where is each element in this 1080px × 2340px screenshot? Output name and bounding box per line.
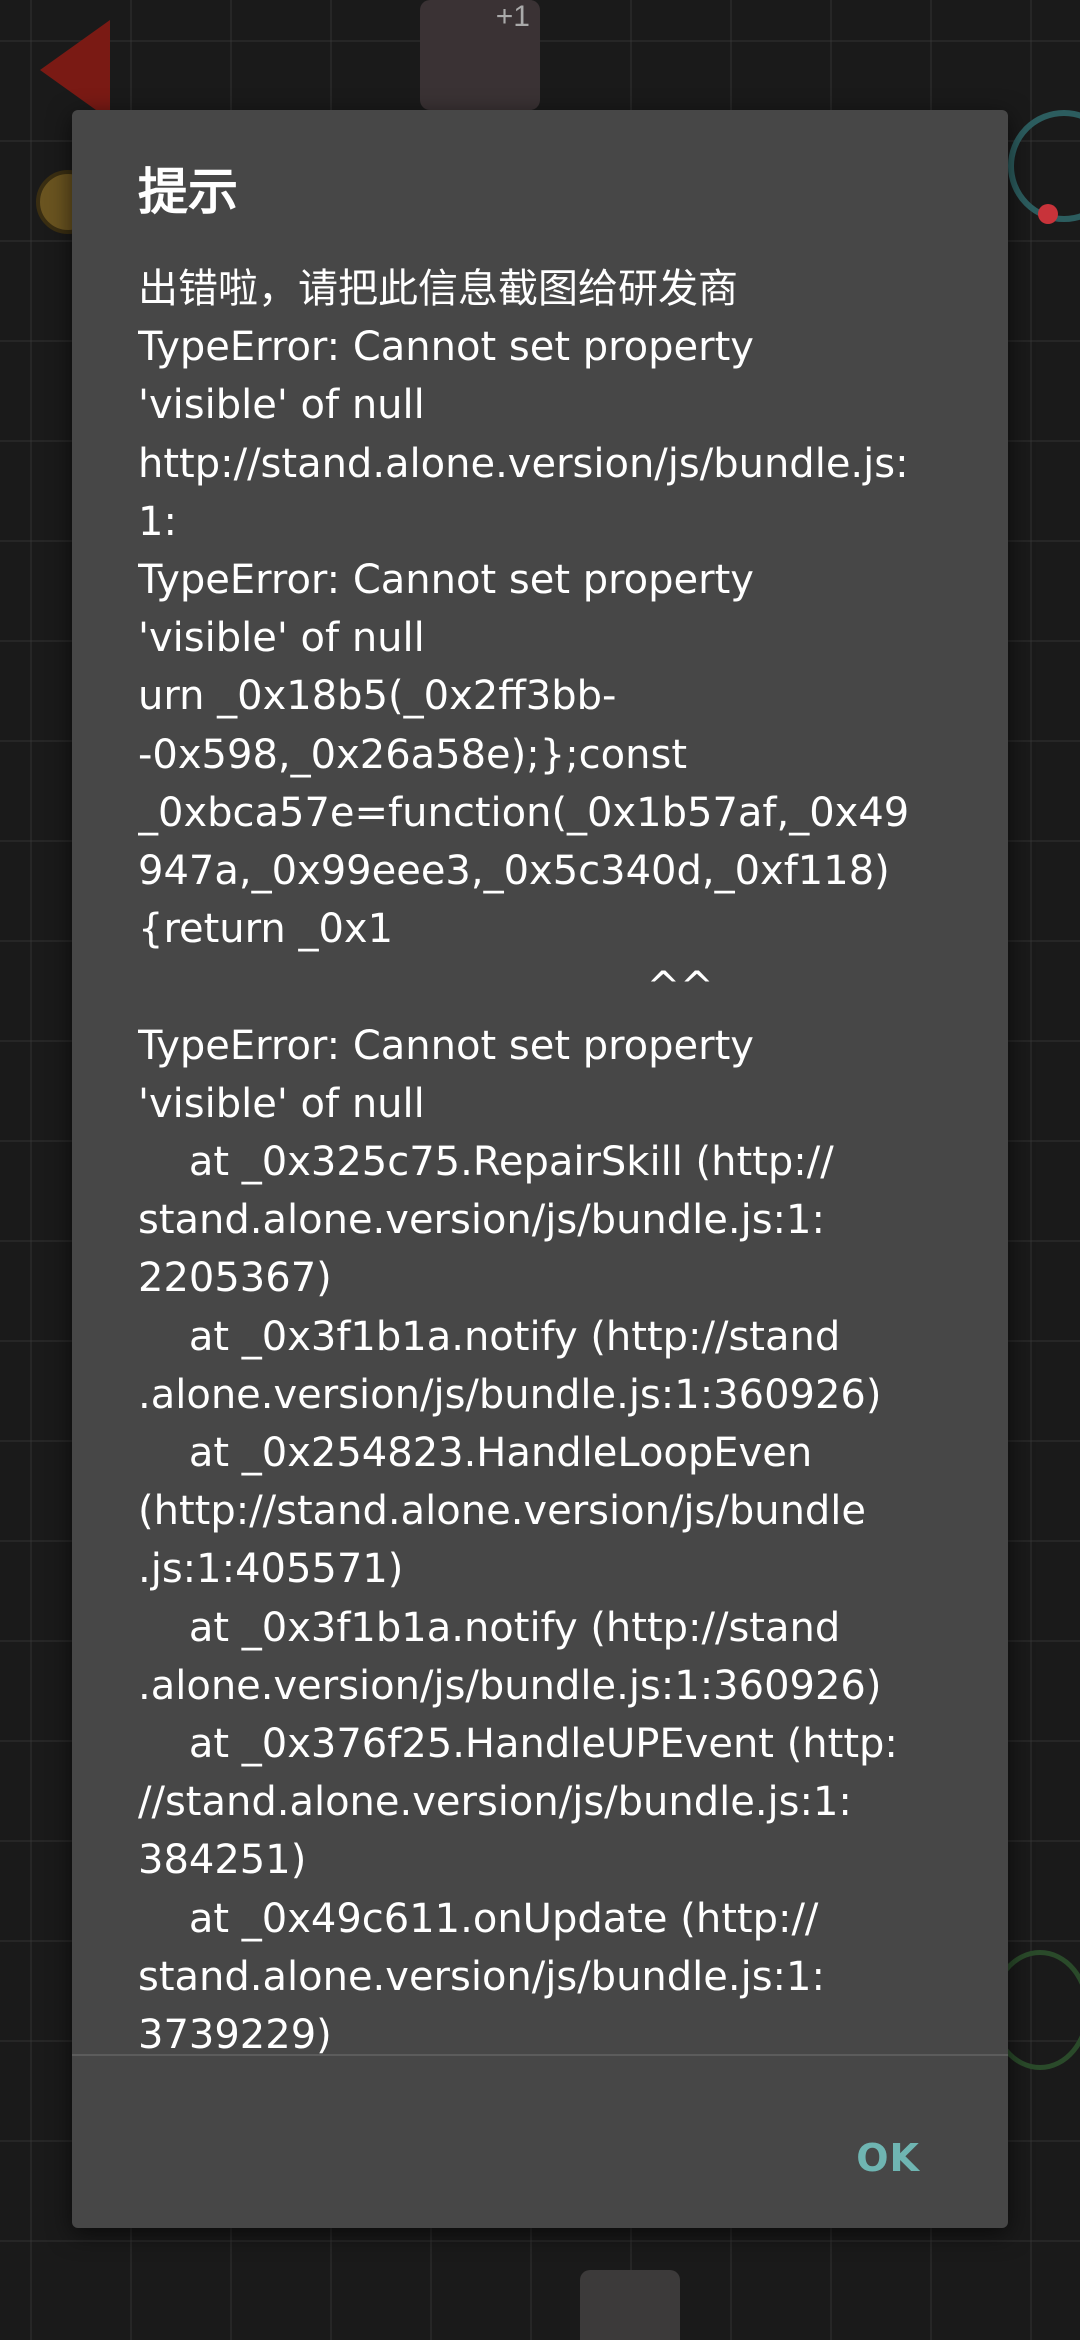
dialog-title: 提示 bbox=[138, 163, 238, 221]
bottom-item-icon bbox=[580, 2270, 680, 2340]
energy-chip-label: +1 bbox=[495, 0, 530, 33]
dialog-divider bbox=[72, 2054, 1008, 2056]
back-arrow-icon bbox=[40, 20, 110, 120]
notification-dot bbox=[1038, 204, 1058, 224]
dialog-message: 出错啦，请把此信息截图给研发商 TypeError: Cannot set pr… bbox=[138, 266, 910, 2059]
ok-button[interactable]: OK bbox=[840, 2126, 936, 2190]
dialog-message-scroll[interactable]: 出错啦，请把此信息截图给研发商 TypeError: Cannot set pr… bbox=[138, 260, 948, 2164]
energy-chip: +1 bbox=[420, 0, 540, 110]
error-dialog: 提示 出错啦，请把此信息截图给研发商 TypeError: Cannot set… bbox=[72, 110, 1008, 2228]
